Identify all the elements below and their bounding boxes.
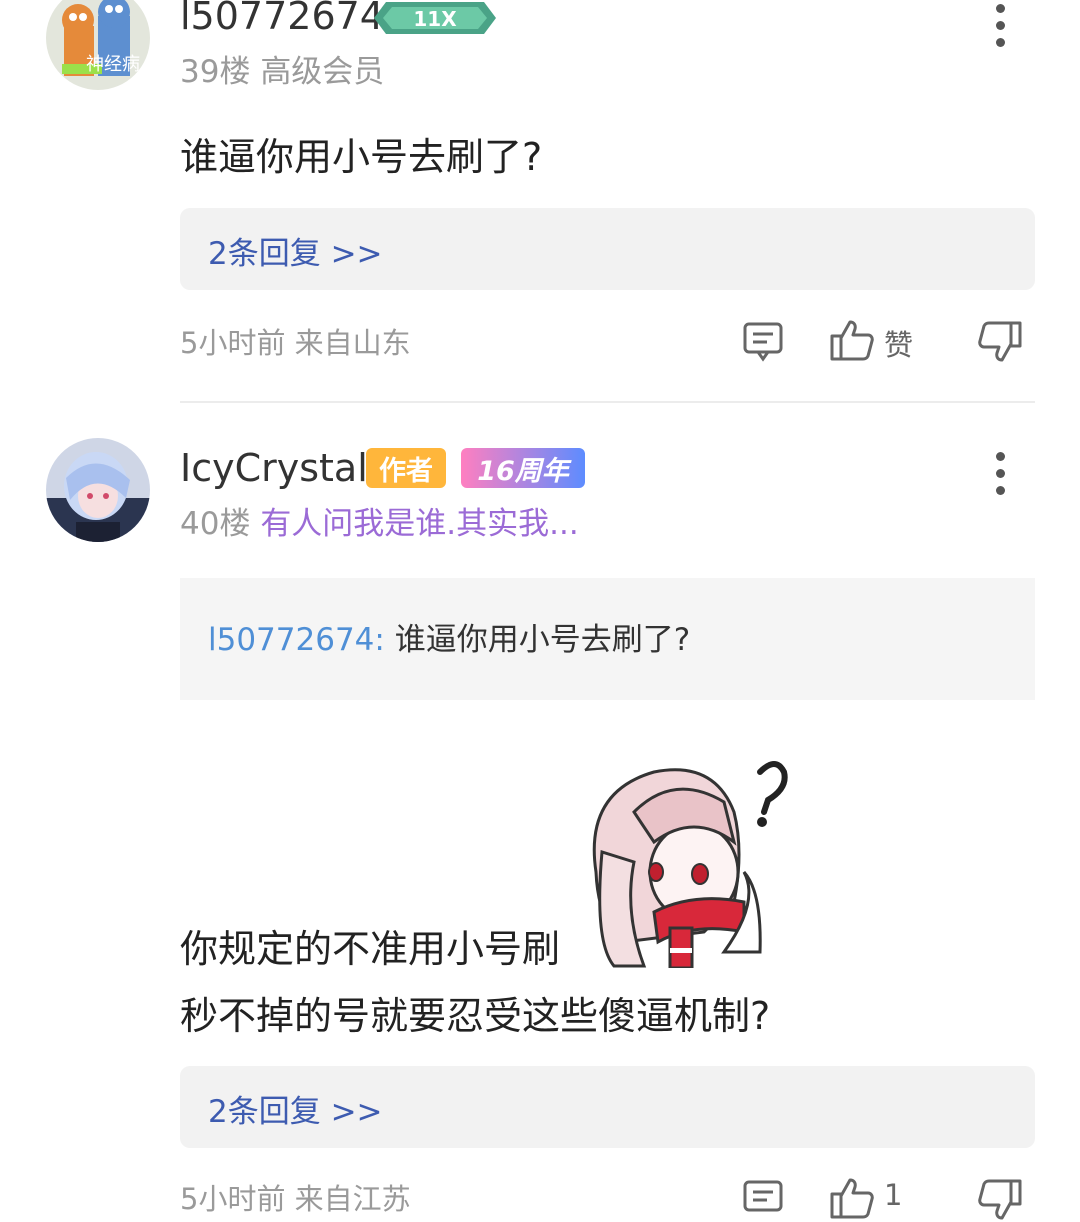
avatar[interactable] — [46, 438, 150, 542]
level-badge: 11X — [372, 0, 498, 40]
timestamp: 5小时前 — [180, 1182, 286, 1216]
thumb-down-icon[interactable] — [978, 1178, 1022, 1222]
quote-username[interactable]: l50772674: — [208, 622, 385, 658]
post-content-line-1: 你规定的不准用小号刷 — [180, 927, 561, 971]
quote-line: l50772674: 谁逼你用小号去刷了? — [208, 614, 690, 659]
svg-text:11X: 11X — [413, 7, 457, 31]
post-meta: 40楼 有人问我是谁.其实我... — [180, 504, 579, 544]
quote-text: 谁逼你用小号去刷了? — [394, 622, 691, 658]
replies-link[interactable]: 2条回复 >> — [208, 228, 383, 273]
author-tag: 作者 — [366, 448, 446, 488]
floor-number: 40楼 — [180, 506, 251, 542]
divider — [180, 401, 1035, 403]
like-label[interactable]: 赞 — [884, 322, 913, 364]
user-signature[interactable]: 有人问我是谁.其实我... — [260, 506, 578, 542]
anniversary-tag: 16周年 — [461, 448, 585, 488]
location: 来自江苏 — [294, 1182, 411, 1216]
comment-icon[interactable] — [742, 1178, 784, 1220]
username[interactable]: IcyCrystal — [180, 446, 368, 490]
thumb-up-icon[interactable] — [830, 318, 874, 362]
post-footer: 5小时前 来自山东 — [180, 320, 411, 362]
thumb-up-icon[interactable] — [830, 1176, 874, 1220]
avatar-caption: 神经病 — [86, 54, 140, 75]
comment-icon[interactable] — [742, 320, 784, 362]
replies-link[interactable]: 2条回复 >> — [208, 1086, 383, 1131]
replies-button[interactable]: 2条回复 >> — [180, 1066, 1035, 1148]
post-footer: 5小时前 来自江苏 — [180, 1176, 411, 1218]
username[interactable]: l50772674 — [180, 0, 384, 38]
level-title: 高级会员 — [260, 54, 385, 90]
post-content: 谁逼你用小号去刷了? — [180, 135, 543, 179]
more-vertical-icon[interactable] — [990, 4, 1010, 55]
thumb-down-icon[interactable] — [978, 320, 1022, 364]
quoted-reply[interactable]: l50772674: 谁逼你用小号去刷了? — [180, 578, 1035, 700]
sticker-image — [584, 752, 794, 972]
replies-button[interactable]: 2条回复 >> — [180, 208, 1035, 290]
timestamp: 5小时前 — [180, 326, 286, 360]
avatar[interactable]: 神经病 — [46, 0, 150, 90]
post-meta: 39楼 高级会员 — [180, 52, 384, 92]
post-content-line-2: 秒不掉的号就要忍受这些傻逼机制? — [180, 994, 771, 1038]
more-vertical-icon[interactable] — [990, 452, 1010, 503]
floor-number: 39楼 — [180, 54, 251, 90]
location: 来自山东 — [294, 326, 411, 360]
